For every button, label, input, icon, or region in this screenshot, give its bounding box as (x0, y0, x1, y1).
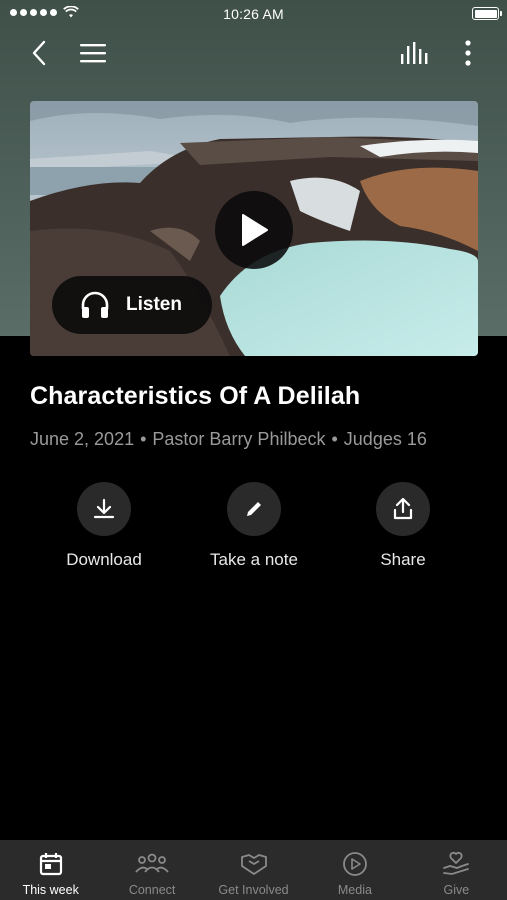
battery-icon (472, 7, 502, 20)
share-button[interactable]: Share (328, 482, 478, 570)
sermon-scripture: Judges 16 (343, 429, 427, 449)
play-icon (242, 214, 268, 246)
sermon-title: Characteristics Of A Delilah (30, 382, 361, 410)
take-note-circle (227, 482, 281, 536)
headphones-icon (81, 291, 109, 318)
signal-indicator (10, 6, 79, 18)
heart-hand-icon (443, 851, 470, 875)
audio-bars-icon (401, 42, 428, 64)
tab-label: Get Involved (218, 883, 289, 897)
take-note-button[interactable]: Take a note (179, 482, 329, 570)
calendar-icon (39, 853, 62, 876)
share-label: Share (380, 550, 426, 569)
wifi-icon (63, 6, 79, 18)
play-circle-icon (343, 852, 367, 876)
download-circle (77, 482, 131, 536)
sermon-speaker: Pastor Barry Philbeck (152, 429, 326, 449)
pencil-icon (247, 502, 261, 516)
tab-connect[interactable]: Connect (101, 840, 202, 900)
tab-this-week[interactable]: This week (0, 840, 101, 900)
menu-button[interactable] (78, 38, 108, 68)
take-note-label: Take a note (210, 550, 298, 569)
tab-media[interactable]: Media (304, 840, 405, 900)
audio-button[interactable] (400, 38, 430, 68)
tab-label: Media (337, 883, 372, 897)
download-icon (93, 498, 115, 519)
tab-get-involved[interactable]: Get Involved (203, 840, 304, 900)
status-time: 10:26 AM (223, 6, 284, 22)
sermon-actions: Download Take a note Share (0, 482, 507, 582)
hamburger-menu-icon (80, 44, 106, 63)
download-button[interactable]: Download (29, 482, 179, 570)
chevron-left-icon (32, 40, 46, 66)
listen-label: Listen (126, 294, 182, 315)
play-button[interactable] (215, 191, 293, 269)
tab-label: Give (443, 883, 470, 897)
more-options-button[interactable] (453, 38, 483, 68)
nav-bar (0, 32, 507, 74)
sermon-media-card[interactable]: Listen (30, 101, 478, 356)
share-icon (393, 497, 413, 520)
handshake-icon (240, 854, 267, 875)
meta-separator: • (331, 429, 338, 449)
tab-bar: This week Connect Get Involved Media Giv… (0, 840, 507, 900)
status-bar: 10:26 AM (0, 0, 507, 28)
sermon-meta: June 2, 2021 • Pastor Barry Philbeck • Judge… (30, 429, 490, 450)
share-circle (376, 482, 430, 536)
tab-give[interactable]: Give (406, 840, 507, 900)
meta-separator: • (140, 429, 147, 449)
tab-label: Connect (128, 883, 176, 897)
more-vertical-icon (465, 40, 471, 66)
back-button[interactable] (24, 38, 54, 68)
people-icon (135, 853, 169, 873)
signal-strength-icon (10, 8, 57, 16)
download-label: Download (66, 550, 142, 569)
sermon-date: June 2, 2021 (30, 429, 135, 449)
listen-button[interactable]: Listen (52, 276, 212, 334)
tab-label: This week (22, 883, 79, 897)
